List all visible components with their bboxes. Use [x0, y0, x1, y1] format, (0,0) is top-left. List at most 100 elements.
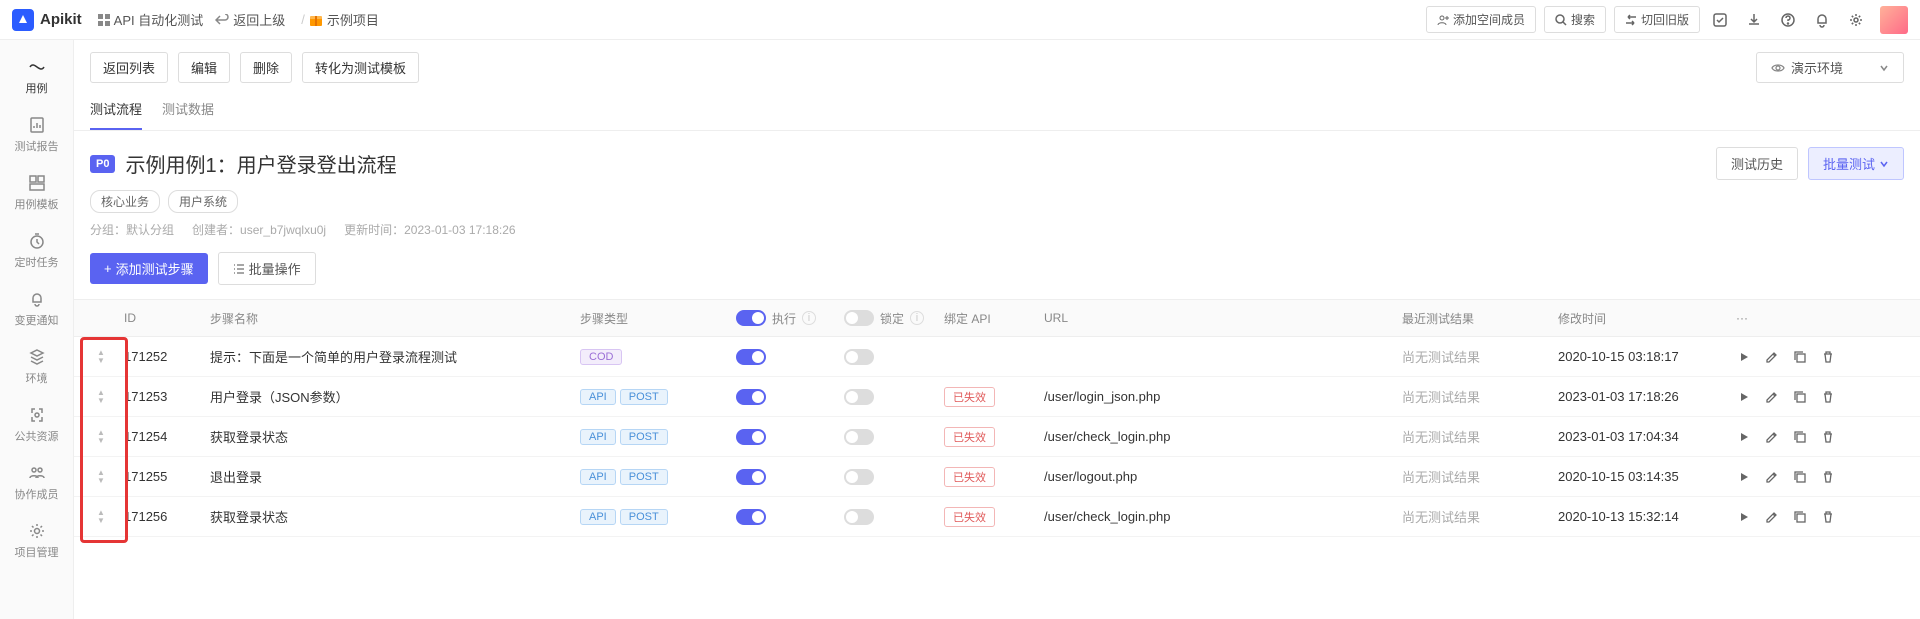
cell-id: 171253: [120, 389, 210, 404]
edit-icon[interactable]: [1764, 389, 1780, 405]
search-button[interactable]: 搜索: [1544, 6, 1606, 33]
cell-mtime: 2023-01-03 17:04:34: [1558, 429, 1726, 444]
play-icon[interactable]: [1736, 389, 1752, 405]
cell-name: 提示：下面是一个简单的用户登录流程测试: [210, 347, 580, 366]
play-icon[interactable]: [1736, 469, 1752, 485]
exec-master-toggle[interactable]: [736, 310, 766, 326]
to-template-button[interactable]: 转化为测试模板: [302, 52, 419, 83]
copy-icon[interactable]: [1792, 509, 1808, 525]
grid-icon: [98, 14, 110, 26]
info-icon[interactable]: i: [910, 311, 924, 325]
env-selector[interactable]: 演示环境: [1756, 52, 1904, 83]
edit-icon[interactable]: [1764, 509, 1780, 525]
sidebar-item-settings[interactable]: 项目管理: [0, 512, 73, 570]
delete-icon[interactable]: [1820, 429, 1836, 445]
cell-type: COD: [580, 348, 736, 365]
checkbox-icon[interactable]: [1706, 6, 1734, 34]
sidebar-item-timer[interactable]: 定时任务: [0, 222, 73, 280]
col-more[interactable]: ···: [1726, 311, 1912, 325]
lock-toggle[interactable]: [844, 469, 874, 485]
bind-badge-invalid: 已失效: [944, 507, 995, 527]
lock-toggle[interactable]: [844, 389, 874, 405]
cell-name: 用户登录（JSON参数）: [210, 387, 580, 406]
cell-name: 获取登录状态: [210, 507, 580, 526]
avatar[interactable]: [1880, 6, 1908, 34]
sidebar-item-bell[interactable]: 变更通知: [0, 280, 73, 338]
sidebar-item-label: 公共资源: [15, 428, 59, 444]
breadcrumb-sep: /: [301, 12, 305, 27]
gear-icon[interactable]: [1842, 6, 1870, 34]
cell-bind: 已失效: [944, 387, 1044, 407]
lock-toggle[interactable]: [844, 509, 874, 525]
drag-handle-icon[interactable]: ▲▼: [94, 388, 108, 406]
table-row: ▲▼171253用户登录（JSON参数）APIPOST已失效/user/logi…: [74, 377, 1920, 417]
sidebar-item-label: 用例: [26, 80, 48, 96]
breadcrumb-back[interactable]: 返回上级: [215, 10, 285, 29]
copy-icon[interactable]: [1792, 469, 1808, 485]
logo[interactable]: Apikit: [12, 9, 82, 31]
edit-icon[interactable]: [1764, 469, 1780, 485]
breadcrumb-module[interactable]: API 自动化测试: [98, 10, 204, 29]
cell-id: 171252: [120, 349, 210, 364]
sidebar-item-resource[interactable]: 公共资源: [0, 396, 73, 454]
tag: 用户系统: [168, 190, 238, 213]
edit-icon[interactable]: [1764, 349, 1780, 365]
plus-icon: +: [104, 261, 112, 276]
info-icon[interactable]: i: [802, 311, 816, 325]
lock-toggle[interactable]: [844, 349, 874, 365]
delete-icon[interactable]: [1820, 389, 1836, 405]
sidebar-item-collab[interactable]: 协作成员: [0, 454, 73, 512]
cell-name: 获取登录状态: [210, 427, 580, 446]
test-history-button[interactable]: 测试历史: [1716, 147, 1798, 180]
batch-test-button[interactable]: 批量测试: [1808, 147, 1904, 180]
tab[interactable]: 测试数据: [162, 89, 214, 130]
user-plus-icon: [1437, 14, 1449, 26]
bell-icon[interactable]: [1808, 6, 1836, 34]
drag-handle-icon[interactable]: ▲▼: [94, 428, 108, 446]
play-icon[interactable]: [1736, 349, 1752, 365]
meta-group: 分组：默认分组: [90, 221, 174, 238]
drag-handle-icon[interactable]: ▲▼: [94, 348, 108, 366]
add-member-button[interactable]: 添加空间成员: [1426, 6, 1536, 33]
download-icon[interactable]: [1740, 6, 1768, 34]
drag-handle-icon[interactable]: ▲▼: [94, 468, 108, 486]
sidebar-item-env[interactable]: 环境: [0, 338, 73, 396]
lock-toggle[interactable]: [844, 429, 874, 445]
chevron-down-icon: [1879, 159, 1889, 169]
help-icon[interactable]: [1774, 6, 1802, 34]
copy-icon[interactable]: [1792, 389, 1808, 405]
exec-toggle[interactable]: [736, 429, 766, 445]
edit-button[interactable]: 编辑: [178, 52, 230, 83]
settings-icon: [28, 522, 46, 540]
copy-icon[interactable]: [1792, 349, 1808, 365]
drag-handle-icon[interactable]: ▲▼: [94, 508, 108, 526]
tab[interactable]: 测试流程: [90, 89, 142, 130]
sidebar-item-template[interactable]: 用例模板: [0, 164, 73, 222]
exec-toggle[interactable]: [736, 509, 766, 525]
cell-type: APIPOST: [580, 388, 736, 405]
switch-old-button[interactable]: 切回旧版: [1614, 6, 1700, 33]
exec-toggle[interactable]: [736, 389, 766, 405]
timer-icon: [28, 232, 46, 250]
add-step-button[interactable]: + 添加测试步骤: [90, 253, 208, 284]
batch-ops-button[interactable]: 批量操作: [218, 252, 316, 285]
sidebar-item-report[interactable]: 测试报告: [0, 106, 73, 164]
exec-toggle[interactable]: [736, 469, 766, 485]
delete-icon[interactable]: [1820, 469, 1836, 485]
copy-icon[interactable]: [1792, 429, 1808, 445]
cell-bind: 已失效: [944, 467, 1044, 487]
play-icon[interactable]: [1736, 509, 1752, 525]
lock-master-toggle[interactable]: [844, 310, 874, 326]
delete-icon[interactable]: [1820, 509, 1836, 525]
sidebar-item-label: 变更通知: [15, 312, 59, 328]
sidebar-item-case[interactable]: 用例: [0, 48, 73, 106]
delete-button[interactable]: 删除: [240, 52, 292, 83]
tag: 核心业务: [90, 190, 160, 213]
breadcrumb-project[interactable]: 示例项目: [309, 10, 379, 29]
exec-toggle[interactable]: [736, 349, 766, 365]
play-icon[interactable]: [1736, 429, 1752, 445]
table-row: ▲▼171256获取登录状态APIPOST已失效/user/check_logi…: [74, 497, 1920, 537]
delete-icon[interactable]: [1820, 349, 1836, 365]
edit-icon[interactable]: [1764, 429, 1780, 445]
back-list-button[interactable]: 返回列表: [90, 52, 168, 83]
